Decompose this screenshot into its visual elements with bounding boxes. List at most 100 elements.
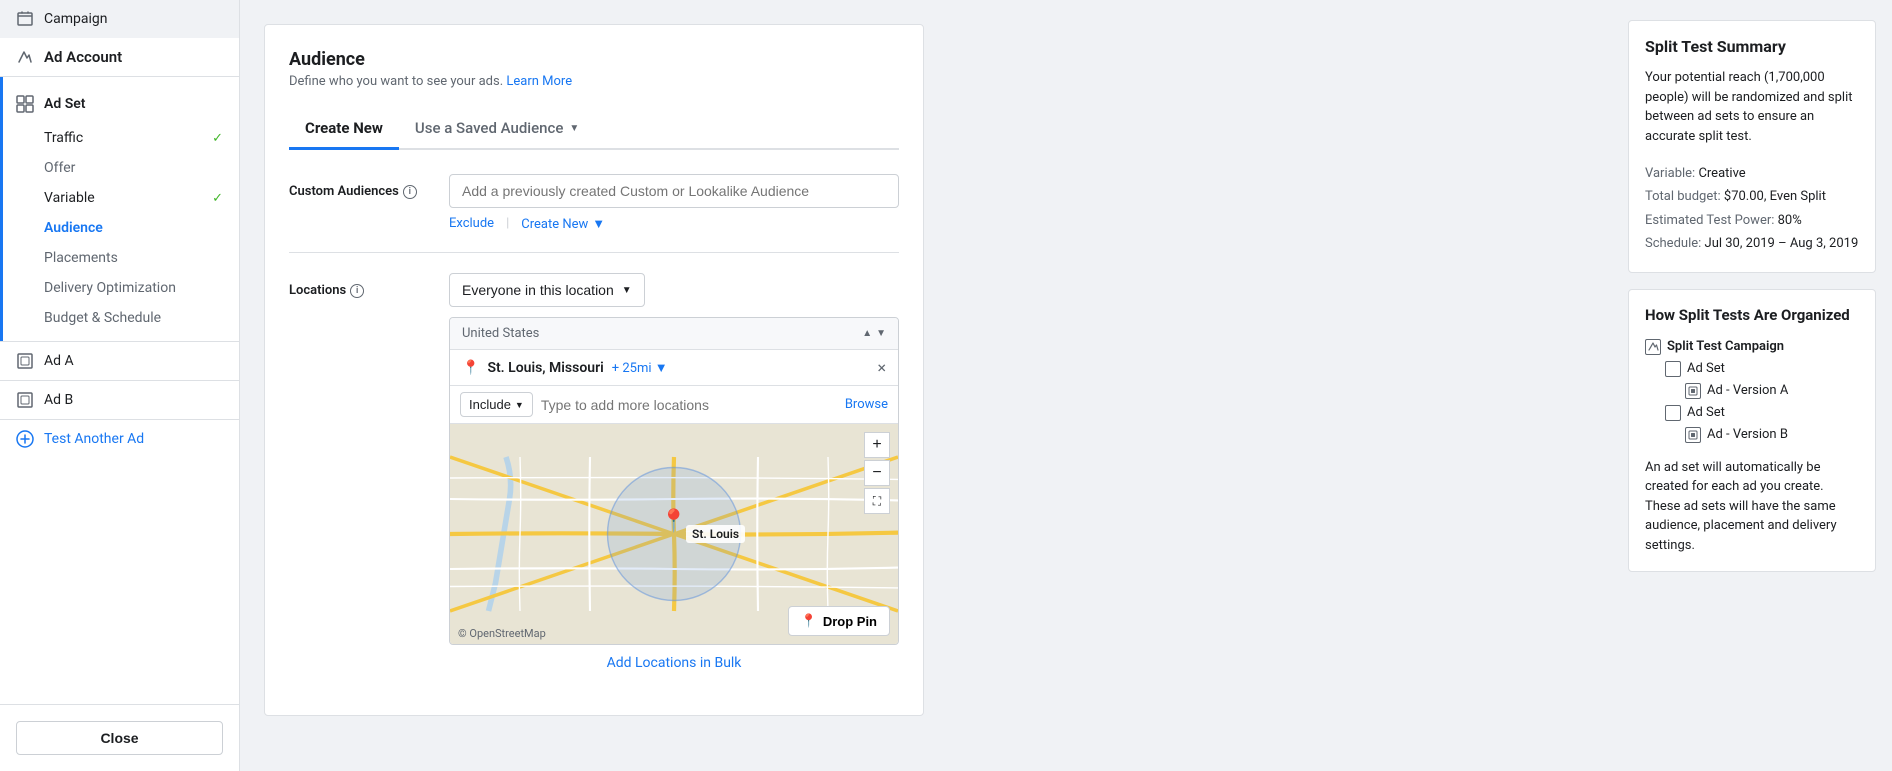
schedule-label: Schedule: <box>1645 236 1701 251</box>
audience-label: Audience <box>44 220 103 236</box>
locations-info-icon[interactable]: i <box>350 284 364 298</box>
sidebar-item-ad-account[interactable]: Ad Account <box>0 38 239 77</box>
variable-label: Variable <box>44 190 95 206</box>
offer-label: Offer <box>44 160 75 176</box>
custom-audiences-control: Exclude | Create New ▼ <box>449 174 899 232</box>
drop-pin-btn[interactable]: 📍 Drop Pin <box>788 606 890 636</box>
sidebar-ad-account-label: Ad Account <box>44 48 122 66</box>
ad-version-a-icon <box>1685 383 1701 399</box>
audience-actions: Exclude | Create New ▼ <box>449 216 899 232</box>
tree-ad-set-b: Ad Set <box>1645 402 1859 424</box>
map-zoom-out-btn[interactable]: − <box>864 460 890 486</box>
map-fullscreen-btn[interactable]: ⛶ <box>864 488 890 514</box>
scroll-down-arrow[interactable]: ▼ <box>876 328 886 339</box>
sidebar-item-budget[interactable]: Budget & Schedule <box>0 303 239 333</box>
location-radius[interactable]: + 25mi ▼ <box>612 360 668 376</box>
sidebar-item-variable[interactable]: Variable ✓ <box>0 183 239 213</box>
ad-a-section: Ad A <box>0 342 239 381</box>
sidebar-item-ad-a[interactable]: Ad A <box>0 342 239 380</box>
scroll-up-arrow[interactable]: ▲ <box>862 328 872 339</box>
sidebar-item-delivery[interactable]: Delivery Optimization <box>0 273 239 303</box>
right-panel: Split Test Summary Your potential reach … <box>1612 0 1892 771</box>
ad-set-a-icon <box>1665 361 1681 377</box>
include-btn[interactable]: Include ▼ <box>460 392 533 417</box>
custom-audiences-info-icon[interactable]: i <box>403 185 417 199</box>
scroll-controls: ▲ ▼ <box>862 328 886 339</box>
location-search-input[interactable] <box>541 397 837 413</box>
exclude-link[interactable]: Exclude <box>449 216 494 232</box>
tab-create-new[interactable]: Create New <box>289 109 399 150</box>
location-dropdown-btn[interactable]: Everyone in this location ▼ <box>449 273 645 307</box>
active-indicator <box>0 77 3 341</box>
add-locations-link[interactable]: Add Locations in Bulk <box>449 655 899 671</box>
tab-saved-label: Use a Saved Audience <box>415 119 563 137</box>
schedule-value: Jul 30, 2019 – Aug 3, 2019 <box>1705 236 1859 251</box>
tab-saved-audience[interactable]: Use a Saved Audience ▼ <box>399 109 595 150</box>
ad-set-section: Ad Set Traffic ✓ Offer Variable ✓ Audien… <box>0 77 239 342</box>
sidebar-ad-set-label: Ad Set <box>44 96 86 112</box>
audience-panel: Audience Define who you want to see your… <box>264 24 924 716</box>
create-new-audience-btn[interactable]: Create New ▼ <box>521 216 605 232</box>
action-separator: | <box>506 216 509 232</box>
locations-control: Everyone in this location ▼ United State… <box>449 273 899 671</box>
sidebar-item-traffic[interactable]: Traffic ✓ <box>0 123 239 153</box>
ad-b-label: Ad B <box>44 392 73 408</box>
budget-label-text: Total budget: <box>1645 189 1721 204</box>
location-scroll-area: United States ▲ ▼ 📍 St. Louis, Missouri <box>450 318 898 386</box>
drop-pin-icon: 📍 <box>801 613 817 629</box>
location-remove-icon[interactable]: × <box>877 358 886 377</box>
map-zoom-in-btn[interactable]: + <box>864 432 890 458</box>
location-entry-stlouis: 📍 St. Louis, Missouri + 25mi ▼ × <box>450 350 898 386</box>
location-search-row: Include ▼ Browse <box>450 386 898 424</box>
panel-title: Audience <box>289 49 899 70</box>
subtitle-text: Define who you want to see your ads. <box>289 74 503 89</box>
ad-set-icon <box>16 95 34 113</box>
custom-audiences-input[interactable] <box>449 174 899 208</box>
budget-label: Budget & Schedule <box>44 310 161 326</box>
split-detail: Variable: Creative Total budget: $70.00,… <box>1645 162 1859 256</box>
ad-set-b-icon <box>1665 405 1681 421</box>
campaign-icon <box>16 10 34 28</box>
location-country: United States <box>462 326 539 341</box>
create-new-arrow: ▼ <box>592 216 605 232</box>
tree-campaign-item: Split Test Campaign <box>1645 336 1859 358</box>
drop-pin-label: Drop Pin <box>823 614 877 629</box>
variable-label: Variable: <box>1645 166 1695 181</box>
divider <box>289 252 899 253</box>
main-content: Audience Define who you want to see your… <box>240 0 1612 771</box>
map-copyright: © OpenStreetMap <box>458 627 546 640</box>
map-pin: 📍 <box>660 509 687 534</box>
location-country-header: United States ▲ ▼ <box>450 318 898 350</box>
tree-ad-version-a: Ad - Version A <box>1645 380 1859 402</box>
sidebar-campaign-label: Campaign <box>44 11 107 27</box>
ad-version-b-label: Ad - Version B <box>1707 427 1788 442</box>
ad-version-a-label: Ad - Version A <box>1707 383 1788 398</box>
power-value: 80% <box>1778 213 1802 228</box>
sidebar-item-test-another[interactable]: Test Another Ad <box>0 420 239 458</box>
delivery-label: Delivery Optimization <box>44 280 176 296</box>
sidebar-item-placements[interactable]: Placements <box>0 243 239 273</box>
location-pin-icon: 📍 <box>462 360 479 376</box>
power-row: Estimated Test Power: 80% <box>1645 209 1859 232</box>
sidebar-ad-set-header[interactable]: Ad Set <box>0 85 239 123</box>
budget-row: Total budget: $70.00, Even Split <box>1645 185 1859 208</box>
create-new-label: Create New <box>521 217 588 232</box>
panel-subtitle: Define who you want to see your ads. Lea… <box>289 74 899 89</box>
browse-link[interactable]: Browse <box>845 397 888 412</box>
split-org-desc: An ad set will automatically be created … <box>1645 458 1859 556</box>
tree: Split Test Campaign Ad Set Ad - Version … <box>1645 336 1859 446</box>
sidebar-item-audience[interactable]: Audience <box>0 213 239 243</box>
power-label: Estimated Test Power: <box>1645 213 1774 228</box>
split-org: How Split Tests Are Organized Split Test… <box>1628 289 1876 573</box>
location-box: United States ▲ ▼ 📍 St. Louis, Missouri <box>449 317 899 645</box>
radius-dropdown-arrow: ▼ <box>655 361 668 376</box>
sidebar-item-offer[interactable]: Offer <box>0 153 239 183</box>
location-entry-left: 📍 St. Louis, Missouri + 25mi ▼ <box>462 360 668 376</box>
sidebar-item-campaign[interactable]: Campaign <box>0 0 239 38</box>
tree-ad-set-a: Ad Set <box>1645 358 1859 380</box>
sidebar-item-ad-b[interactable]: Ad B <box>0 381 239 419</box>
learn-more-link[interactable]: Learn More <box>506 74 572 89</box>
sidebar-footer: Close <box>0 704 239 771</box>
close-button[interactable]: Close <box>16 721 223 755</box>
tab-create-new-label: Create New <box>305 119 383 137</box>
